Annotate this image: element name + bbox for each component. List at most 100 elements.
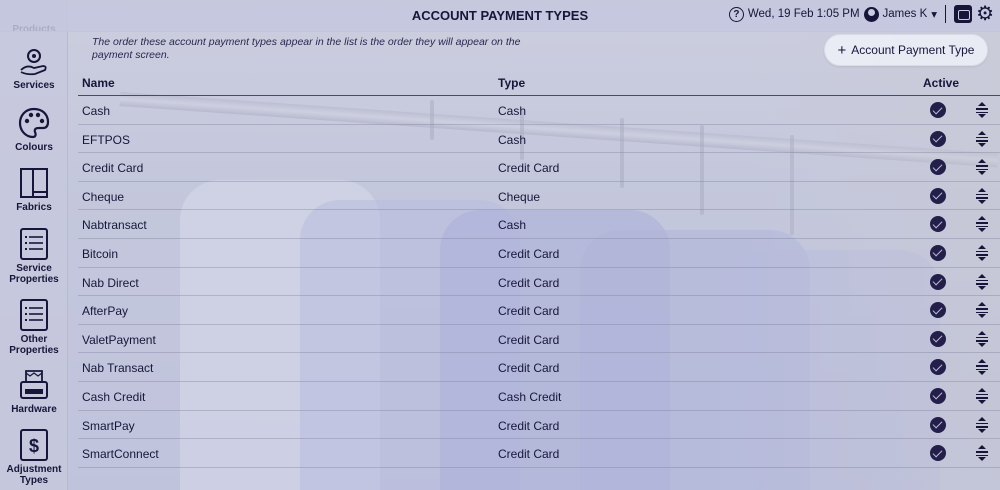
sidebar-item-adjustment-types[interactable]: $ Adjustment Types (0, 428, 68, 486)
drag-handle-icon[interactable] (975, 159, 989, 176)
active-check-icon[interactable] (930, 416, 946, 433)
sidebar-item-label: Colours (15, 142, 53, 153)
table-row[interactable]: Credit Card Credit Card (78, 153, 1000, 182)
row-name: ValetPayment (82, 332, 156, 347)
row-type: Credit Card (498, 447, 560, 462)
row-name: Nab Direct (82, 275, 139, 290)
drag-handle-icon[interactable] (975, 302, 989, 319)
add-button-label: Account Payment Type (851, 43, 975, 57)
sidebar-item-hardware[interactable]: Hardware (0, 368, 68, 415)
user-name[interactable]: James K (883, 8, 928, 20)
list-doc-icon (17, 298, 51, 332)
row-type: Credit Card (498, 361, 560, 376)
row-type: Cash Credit (498, 389, 562, 404)
row-type: Cash (498, 218, 527, 233)
row-type: Credit Card (498, 332, 560, 347)
palette-icon (17, 106, 51, 140)
sidebar: Products Services Colours (0, 0, 68, 490)
active-check-icon[interactable] (930, 187, 946, 204)
drag-handle-icon[interactable] (975, 416, 989, 433)
drag-handle-icon[interactable] (975, 387, 989, 404)
sidebar-item-colours[interactable]: Colours (0, 106, 68, 153)
add-account-payment-type-button[interactable]: + Account Payment Type (824, 34, 988, 66)
sidebar-item-label: Adjustment Types (6, 464, 62, 486)
active-check-icon[interactable] (930, 330, 946, 347)
row-type: Credit Card (498, 418, 560, 433)
drag-handle-icon[interactable] (975, 187, 989, 204)
sidebar-item-fabrics[interactable]: Fabrics (0, 166, 68, 213)
active-check-icon[interactable] (930, 159, 946, 176)
ordering-note: The order these account payment types ap… (92, 36, 521, 61)
sidebar-item-services[interactable]: Services (0, 44, 68, 91)
row-type: Cheque (498, 189, 541, 204)
active-check-icon[interactable] (930, 244, 946, 261)
table-row[interactable]: ValetPayment Credit Card (78, 325, 1000, 354)
svg-text:$: $ (29, 436, 39, 456)
sidebar-item-service-properties[interactable]: Service Properties (0, 227, 68, 285)
table-row[interactable]: Bitcoin Credit Card (78, 239, 1000, 268)
row-name: Cash (82, 104, 111, 118)
drag-handle-icon[interactable] (975, 216, 989, 233)
printer-icon (17, 368, 51, 402)
table-header: Name Type Active (78, 72, 1000, 96)
row-type: Credit Card (498, 304, 560, 319)
datetime: Wed, 19 Feb 1:05 PM (747, 8, 860, 20)
table-row[interactable]: AfterPay Credit Card (78, 296, 1000, 325)
table-row[interactable]: Cash Credit Cash Credit (78, 382, 1000, 411)
column-header-type[interactable]: Type (498, 76, 525, 90)
drag-handle-icon[interactable] (975, 102, 989, 118)
window-icon[interactable] (954, 5, 973, 23)
sidebar-item-other-properties[interactable]: Other Properties (0, 298, 68, 356)
top-right-controls: ? Wed, 19 Feb 1:05 PM James K ▾ ⚙ (728, 4, 994, 24)
drag-handle-icon[interactable] (975, 445, 989, 462)
row-type: Credit Card (498, 275, 560, 290)
sidebar-item-label: Service Properties (9, 263, 59, 285)
column-header-active[interactable]: Active (923, 76, 959, 90)
drag-handle-icon[interactable] (975, 273, 989, 290)
active-check-icon[interactable] (930, 445, 946, 462)
table-row[interactable]: Nabtransact Cash (78, 210, 1000, 239)
drag-handle-icon[interactable] (975, 130, 989, 147)
help-icon[interactable]: ? (728, 6, 744, 22)
row-name: Bitcoin (82, 246, 119, 261)
row-type: Credit Card (498, 161, 560, 176)
row-name: AfterPay (82, 304, 129, 319)
table-row[interactable]: Cash Cash (78, 96, 1000, 125)
active-check-icon[interactable] (930, 130, 946, 147)
row-name: Nab Transact (82, 361, 154, 376)
row-name: Cash Credit (82, 389, 146, 404)
services-icon (17, 44, 51, 78)
table-row[interactable]: Nab Transact Credit Card (78, 353, 1000, 382)
user-avatar-icon[interactable] (863, 6, 879, 22)
active-check-icon[interactable] (930, 359, 946, 376)
gear-icon[interactable]: ⚙ (976, 4, 994, 24)
drag-handle-icon[interactable] (975, 244, 989, 261)
row-name: EFTPOS (82, 132, 131, 147)
active-check-icon[interactable] (930, 273, 946, 290)
row-name: Cheque (82, 189, 125, 204)
fabric-icon (17, 166, 51, 200)
active-check-icon[interactable] (930, 387, 946, 404)
divider (945, 5, 947, 23)
dollar-icon: $ (17, 428, 51, 462)
row-type: Cash (498, 132, 527, 147)
plus-icon: + (837, 41, 847, 59)
column-header-name[interactable]: Name (82, 76, 115, 90)
row-name: SmartPay (82, 418, 135, 433)
sidebar-item-label: Hardware (11, 404, 57, 415)
table-row[interactable]: Cheque Cheque (78, 182, 1000, 211)
sidebar-item-label: Fabrics (16, 202, 52, 213)
payment-types-table: Cash Cash EFTPOS Cash Credit Card Credit Card… (78, 96, 1000, 468)
drag-handle-icon[interactable] (975, 330, 989, 347)
table-row[interactable]: SmartPay Credit Card (78, 411, 1000, 440)
active-check-icon[interactable] (930, 216, 946, 233)
top-bar: ACCOUNT PAYMENT TYPES ? Wed, 19 Feb 1:05… (0, 0, 1000, 32)
chevron-down-icon[interactable]: ▾ (931, 7, 937, 21)
table-row[interactable]: Nab Direct Credit Card (78, 268, 1000, 297)
active-check-icon[interactable] (930, 302, 946, 319)
table-row[interactable]: SmartConnect Credit Card (78, 439, 1000, 468)
active-check-icon[interactable] (930, 102, 946, 118)
row-name: SmartConnect (82, 447, 159, 462)
drag-handle-icon[interactable] (975, 359, 989, 376)
table-row[interactable]: EFTPOS Cash (78, 125, 1000, 154)
